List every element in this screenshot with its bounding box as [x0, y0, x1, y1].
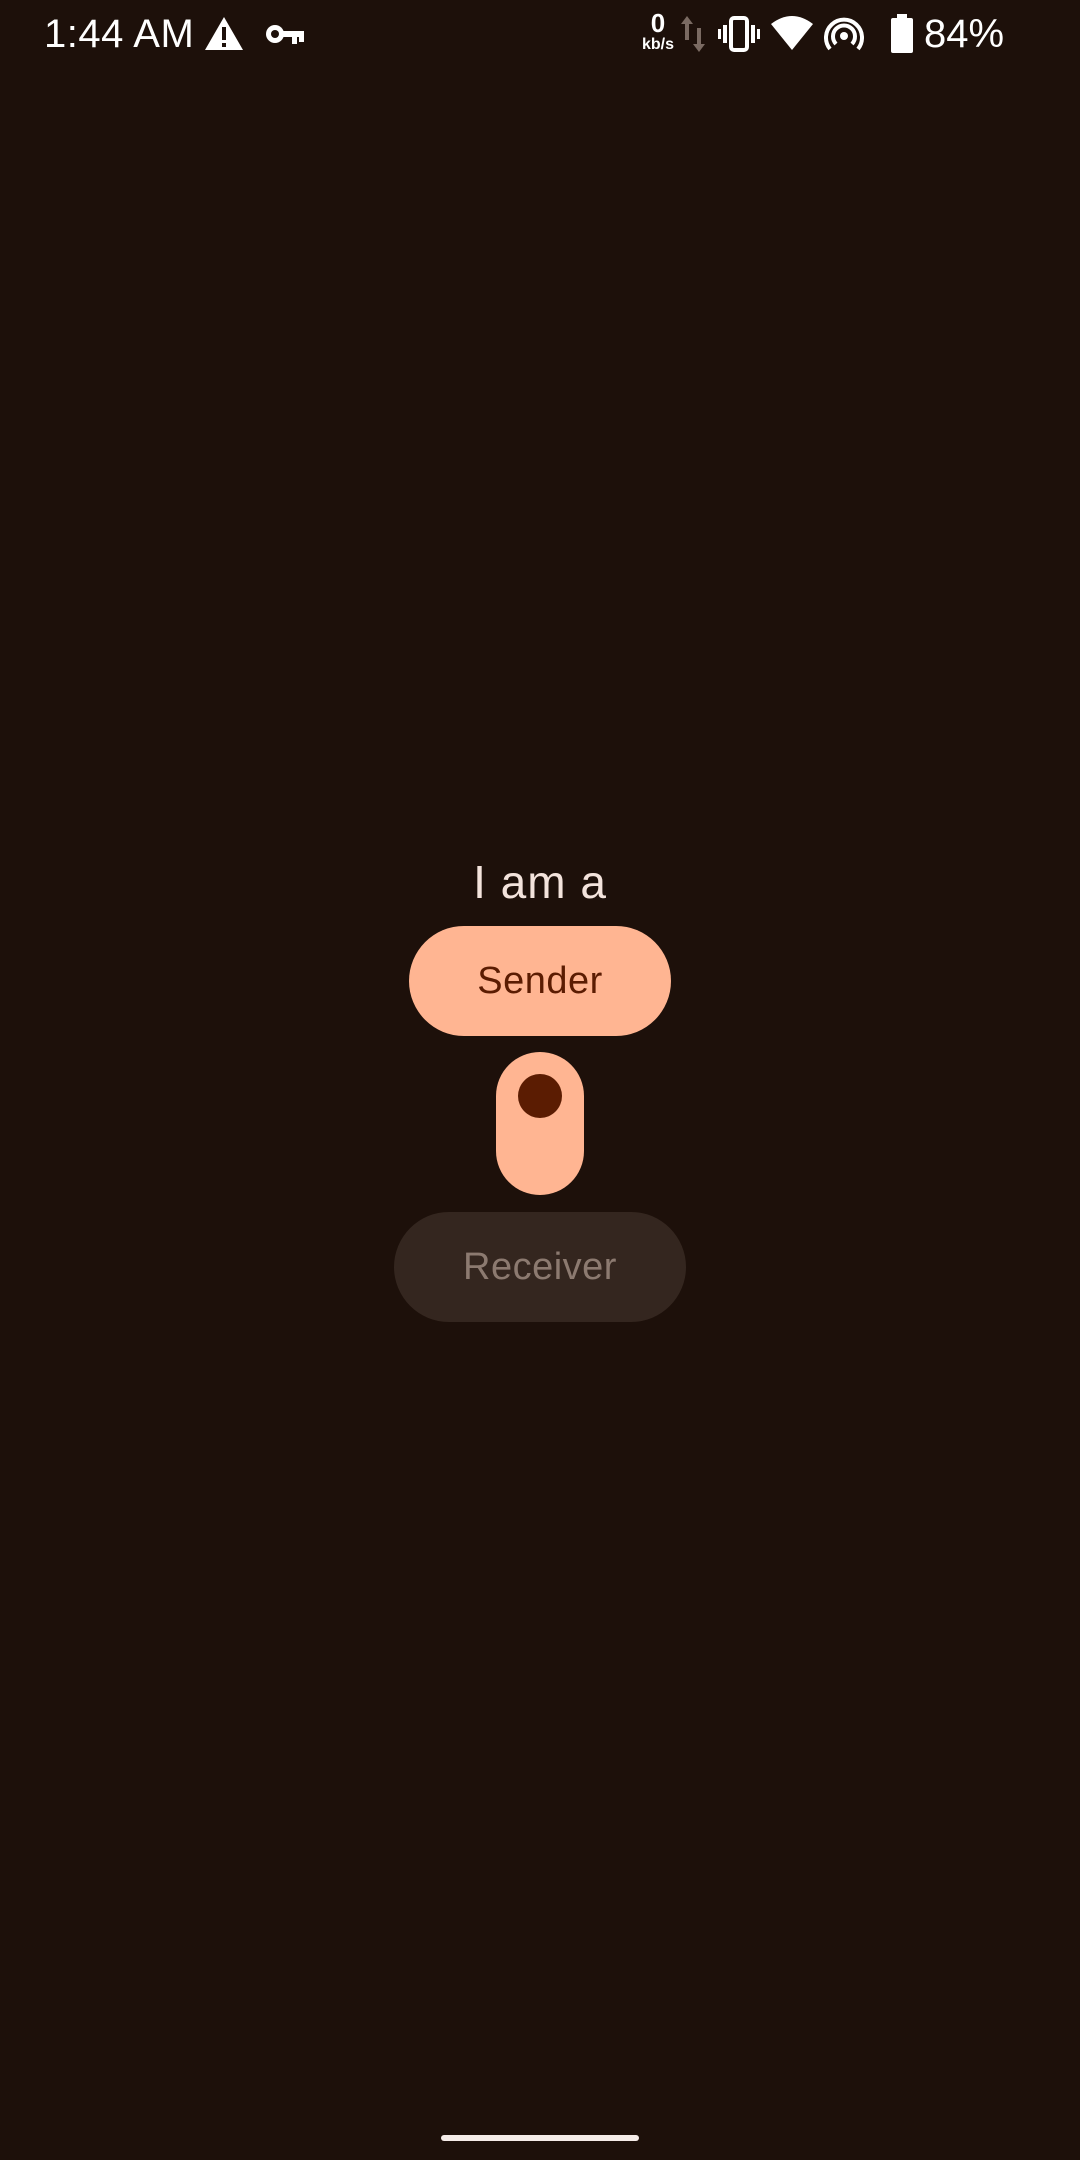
sender-button[interactable]: Sender	[409, 926, 671, 1036]
role-toggle-knob[interactable]	[518, 1074, 562, 1118]
hotspot-icon	[824, 17, 864, 51]
data-arrows-icon	[681, 16, 705, 52]
vibrate-icon	[718, 16, 760, 52]
network-speed-unit: kb/s	[641, 36, 674, 53]
receiver-button[interactable]: Receiver	[394, 1212, 686, 1322]
role-prompt: I am a	[473, 856, 607, 908]
role-toggle[interactable]	[496, 1052, 584, 1195]
battery-icon	[891, 14, 913, 53]
network-speed-value: 0	[650, 8, 666, 38]
wifi-icon	[771, 16, 813, 50]
battery-percent: 84%	[924, 12, 1005, 56]
vpn-key-icon	[266, 25, 304, 44]
status-bar: 1:44 AM 0 kb/s 84%	[0, 0, 1080, 68]
alert-icon	[205, 17, 243, 50]
home-indicator[interactable]	[441, 2135, 639, 2141]
network-speed: 0 kb/s	[636, 10, 680, 54]
status-time: 1:44 AM	[44, 12, 195, 56]
